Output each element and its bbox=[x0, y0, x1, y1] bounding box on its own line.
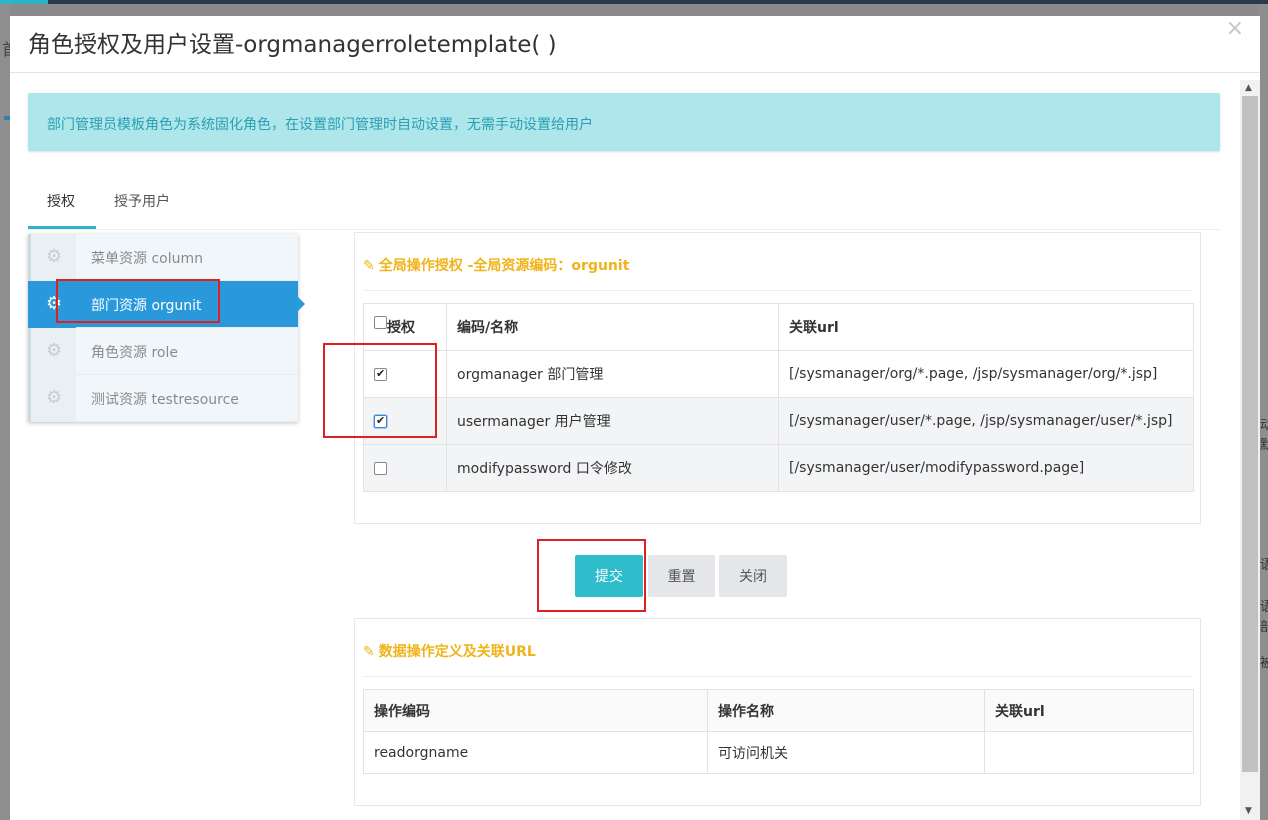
tab-authorize[interactable]: 授权 bbox=[28, 191, 96, 229]
table-header-row: 操作编码 操作名称 关联url bbox=[363, 689, 1194, 732]
modal-scrollbar[interactable]: ▲ ▼ bbox=[1240, 80, 1260, 820]
row-url: [/sysmanager/org/*.page, /jsp/sysmanager… bbox=[778, 350, 1194, 398]
resource-label: 测试资源 testresource bbox=[91, 392, 239, 408]
global-auth-panel: ✎全局操作授权 -全局资源编码：orgunit 授权 编码/名称 关联url o… bbox=[354, 232, 1201, 524]
global-auth-title: ✎ 全局操作授权 -全局资源编码：orgunit bbox=[363, 255, 629, 275]
close-icon[interactable]: × bbox=[1226, 16, 1244, 41]
panel-divider bbox=[363, 290, 1193, 291]
data-operation-table: 操作编码 操作名称 关联url readorgname 可访问机关 bbox=[363, 689, 1194, 774]
row-checkbox-cell bbox=[363, 444, 447, 492]
select-all-checkbox[interactable] bbox=[374, 316, 387, 329]
background-right-text: 被 bbox=[1260, 656, 1268, 671]
op-name: 可访问机关 bbox=[707, 731, 985, 774]
background-right-text: 语 bbox=[1260, 558, 1268, 573]
resource-icon-column: ⚙ bbox=[28, 328, 76, 375]
gear-icon: ⚙ bbox=[46, 340, 63, 361]
resource-item-role[interactable]: ⚙ 角色资源 role bbox=[28, 328, 298, 375]
gear-icon: ⚙ bbox=[46, 293, 63, 314]
op-name-header: 操作名称 bbox=[707, 689, 985, 732]
scroll-down-arrow-icon[interactable]: ▼ bbox=[1245, 806, 1252, 816]
close-button[interactable]: 关闭 bbox=[719, 555, 787, 597]
row-checkbox-orgmanager[interactable] bbox=[374, 367, 387, 381]
tab-grant-users[interactable]: 授予用户 bbox=[114, 191, 170, 229]
op-url-header: 关联url bbox=[984, 689, 1194, 732]
row-url: [/sysmanager/user/modifypassword.page] bbox=[778, 444, 1194, 492]
row-code: usermanager 用户管理 bbox=[446, 397, 779, 445]
data-operation-panel: ✎ 数据操作定义及关联URL 操作编码 操作名称 关联url readorgnam… bbox=[354, 618, 1201, 806]
pin-icon: ✎ bbox=[363, 644, 375, 660]
row-url: [/sysmanager/user/*.page, /jsp/sysmanage… bbox=[778, 397, 1194, 445]
row-checkbox-cell bbox=[363, 397, 447, 445]
scrollbar-thumb[interactable] bbox=[1242, 96, 1258, 772]
row-checkbox-modifypassword[interactable] bbox=[374, 461, 387, 475]
background-left-strip: 首 bbox=[0, 4, 18, 820]
resource-icon-column: ⚙ bbox=[28, 281, 76, 328]
table-row: orgmanager 部门管理 [/sysmanager/org/*.page,… bbox=[363, 350, 1194, 398]
background-right-text: 部 bbox=[1260, 620, 1268, 635]
op-code-header: 操作编码 bbox=[363, 689, 708, 732]
table-header-row: 授权 编码/名称 关联url bbox=[363, 303, 1194, 351]
resource-icon-column: ⚙ bbox=[28, 375, 76, 422]
global-auth-title-text: 全局操作授权 -全局资源编码：orgunit bbox=[378, 258, 630, 274]
gear-icon: ⚙ bbox=[46, 246, 63, 267]
row-code: orgmanager 部门管理 bbox=[446, 350, 779, 398]
resource-label: 部门资源 orgunit bbox=[91, 298, 202, 314]
pin-icon: ✎ bbox=[363, 258, 375, 274]
background-right-text: 默 bbox=[1260, 438, 1268, 453]
row-checkbox-cell bbox=[363, 350, 447, 398]
url-header: 关联url bbox=[778, 303, 1194, 351]
active-arrow-icon bbox=[298, 297, 305, 311]
submit-button[interactable]: 提交 bbox=[575, 555, 643, 597]
modal-title: 角色授权及用户设置-orgmanagerroletemplate( ) bbox=[28, 32, 557, 58]
info-alert: 部门管理员模板角色为系统固化角色，在设置部门管理时自动设置，无需手动设置给用户 bbox=[28, 93, 1220, 151]
data-operation-title: ✎ 数据操作定义及关联URL bbox=[363, 641, 536, 661]
gear-icon: ⚙ bbox=[46, 387, 63, 408]
resource-item-column[interactable]: ⚙ 菜单资源 column bbox=[28, 234, 298, 281]
op-url bbox=[984, 731, 1194, 774]
role-auth-modal: 角色授权及用户设置-orgmanagerroletemplate( ) × ▲ … bbox=[10, 16, 1260, 820]
row-checkbox-usermanager[interactable] bbox=[374, 414, 387, 428]
table-row: readorgname 可访问机关 bbox=[363, 731, 1194, 774]
resource-item-testresource[interactable]: ⚙ 测试资源 testresource bbox=[28, 375, 298, 422]
background-right-text: 动 bbox=[1260, 418, 1268, 433]
resource-label: 菜单资源 column bbox=[91, 251, 203, 267]
alert-text: 部门管理员模板角色为系统固化角色，在设置部门管理时自动设置，无需手动设置给用户 bbox=[47, 117, 593, 133]
table-row: modifypassword 口令修改 [/sysmanager/user/mo… bbox=[363, 444, 1194, 492]
background-topbar bbox=[0, 0, 1268, 4]
resource-item-orgunit[interactable]: ⚙ 部门资源 orgunit bbox=[28, 281, 305, 328]
resource-icon-column: ⚙ bbox=[28, 234, 76, 281]
panel-divider bbox=[363, 676, 1193, 677]
reset-button[interactable]: 重置 bbox=[648, 555, 715, 597]
background-right-text: 语 bbox=[1260, 600, 1268, 615]
modal-header: 角色授权及用户设置-orgmanagerroletemplate( ) × bbox=[10, 16, 1260, 73]
auth-header-label: 授权 bbox=[387, 320, 415, 336]
code-header: 编码/名称 bbox=[446, 303, 779, 351]
global-auth-table: 授权 编码/名称 关联url orgmanager 部门管理 [/sysmana… bbox=[363, 303, 1194, 492]
table-row: usermanager 用户管理 [/sysmanager/user/*.pag… bbox=[363, 397, 1194, 445]
resource-label: 角色资源 role bbox=[91, 345, 178, 361]
tab-bar: 授权 授予用户 bbox=[28, 186, 1220, 230]
data-operation-title-text: 数据操作定义及关联URL bbox=[378, 644, 536, 660]
resource-menu: ⚙ 菜单资源 column ⚙ 部门资源 orgunit ⚙ 角色资源 role… bbox=[28, 234, 305, 422]
scroll-up-arrow-icon[interactable]: ▲ bbox=[1245, 83, 1252, 93]
op-code: readorgname bbox=[363, 731, 708, 774]
row-code: modifypassword 口令修改 bbox=[446, 444, 779, 492]
auth-header: 授权 bbox=[363, 303, 447, 351]
